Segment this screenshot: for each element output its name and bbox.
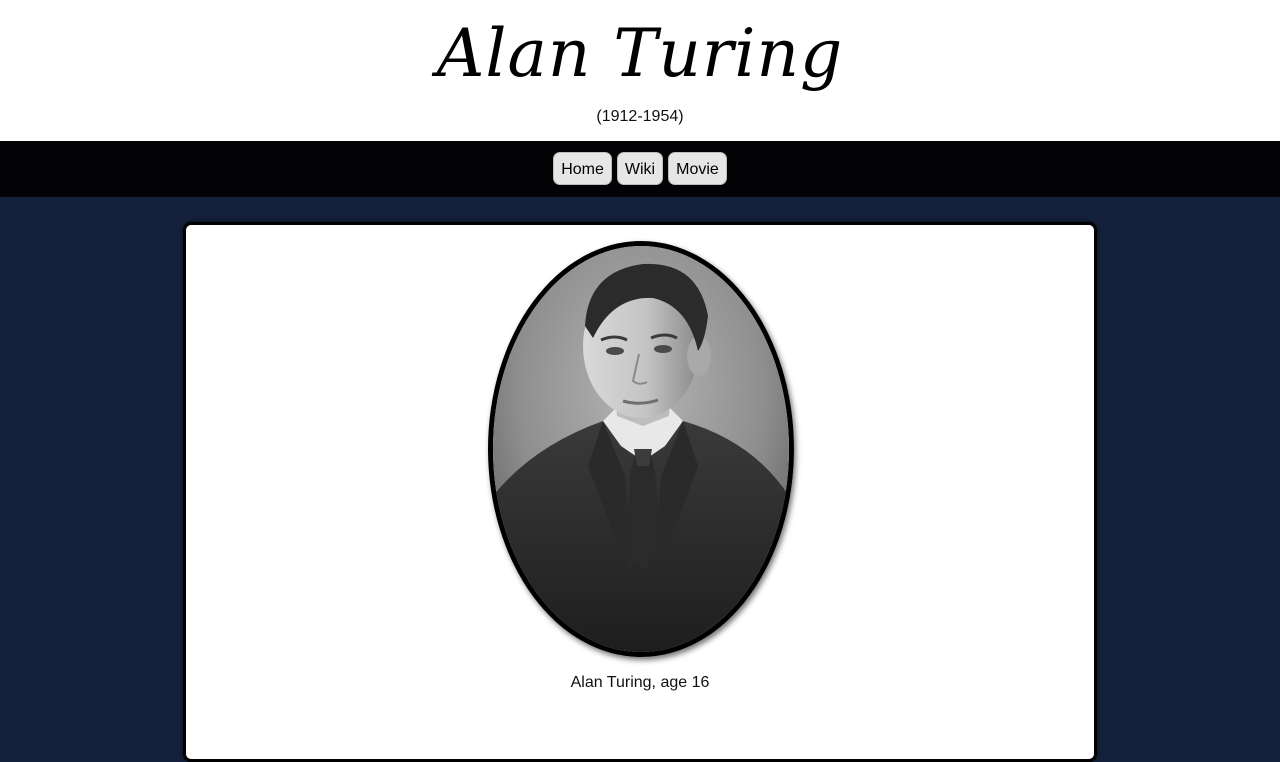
nav-home-button[interactable]: Home: [553, 152, 612, 185]
nav-wiki-button[interactable]: Wiki: [616, 152, 664, 185]
life-dates: (1912-1954): [596, 108, 684, 125]
portrait-caption: Alan Turing, age 16: [570, 674, 710, 691]
site-header: Alan Turing (1912-1954): [0, 0, 1280, 141]
nav-button-group: Home Wiki Movie: [0, 152, 1280, 185]
content-card: Alan Turing, age 16: [183, 222, 1097, 762]
nav-bar: Home Wiki Movie: [0, 141, 1280, 197]
nav-movie-button[interactable]: Movie: [668, 152, 727, 185]
portrait-photo: [488, 241, 794, 657]
page-title: Alan Turing: [436, 15, 844, 92]
portrait-illustration: [493, 246, 789, 652]
